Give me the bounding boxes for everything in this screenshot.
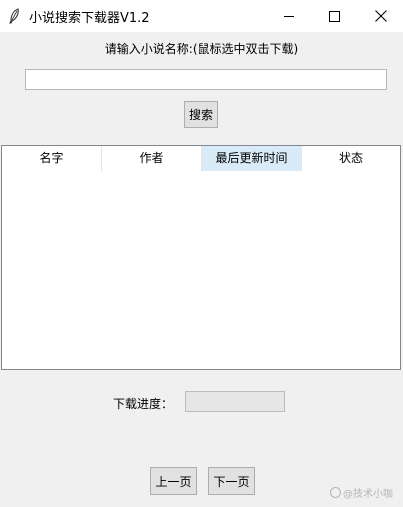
column-header-author[interactable]: 作者: [102, 146, 202, 171]
prev-page-button[interactable]: 上一页: [150, 467, 197, 495]
results-table[interactable]: 名字 作者 最后更新时间 状态: [1, 145, 401, 370]
download-progress-bar: [185, 391, 285, 412]
column-header-last-updated[interactable]: 最后更新时间: [202, 146, 302, 171]
table-header: 名字 作者 最后更新时间 状态: [2, 146, 400, 171]
close-button[interactable]: [358, 0, 403, 32]
search-prompt-label: 请输入小说名称:(鼠标选中双击下载): [104, 42, 299, 56]
close-icon: [374, 7, 387, 26]
watermark-logo-icon: [330, 487, 341, 498]
feather-icon: [8, 8, 20, 24]
search-button[interactable]: 搜索: [184, 101, 218, 128]
maximize-button[interactable]: [312, 0, 357, 32]
minimize-button[interactable]: [267, 0, 312, 32]
window-title: 小说搜索下载器V1.2: [29, 11, 150, 26]
next-page-button[interactable]: 下一页: [208, 467, 255, 495]
progress-label: 下载进度：: [113, 397, 174, 411]
column-header-status[interactable]: 状态: [302, 146, 400, 171]
title-bar: 小说搜索下载器V1.2: [0, 0, 403, 32]
watermark: @技术小咖: [330, 485, 393, 500]
search-input[interactable]: [25, 69, 387, 90]
maximize-icon: [329, 7, 340, 26]
column-header-name[interactable]: 名字: [2, 146, 102, 171]
minimize-icon: [284, 7, 295, 26]
watermark-text: @技术小咖: [343, 489, 393, 500]
